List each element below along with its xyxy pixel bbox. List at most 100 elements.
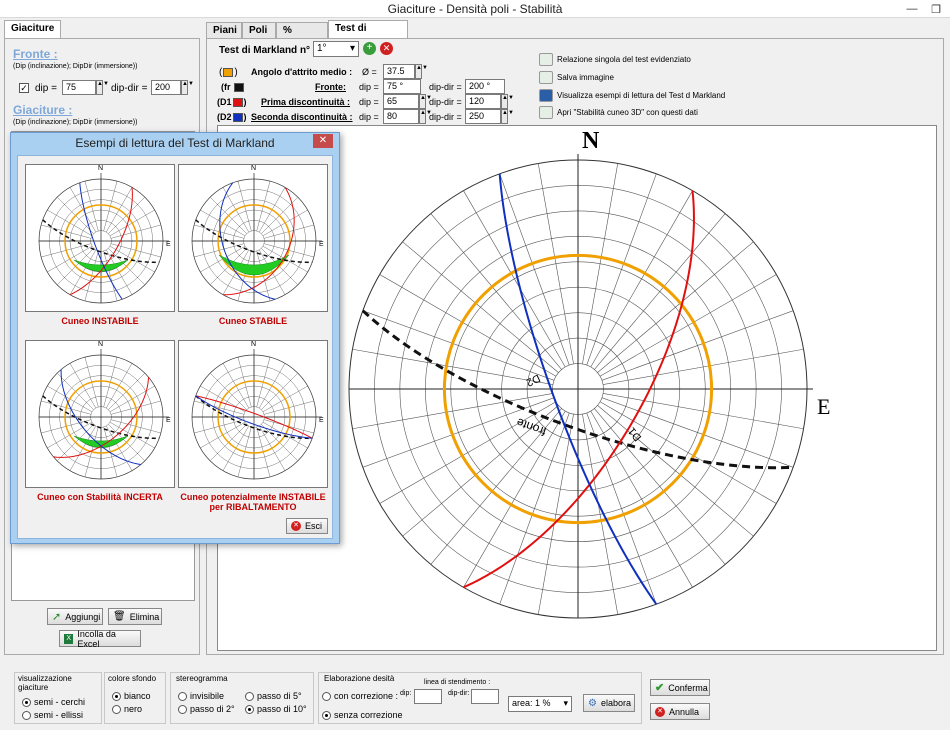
semi-ellissi-radio[interactable]: semi - ellissi — [22, 710, 84, 721]
tab-poli[interactable]: Poli — [242, 22, 276, 39]
aggiungi-button[interactable]: ➚ Aggiungi — [47, 608, 103, 625]
caption-incerta: Cuneo con Stabilità INCERTA — [37, 492, 163, 502]
fronte-dip-input[interactable]: 75 — [62, 80, 96, 95]
conferma-button[interactable]: ✔ Conferma — [650, 679, 710, 696]
visualizza-label: Visualizza esempi di lettura del Test d … — [557, 91, 726, 100]
elaborazione-title: Elaborazione desità — [324, 674, 395, 683]
linea-dip-input[interactable] — [414, 689, 442, 704]
vis-title: visualizzazione giaciture — [18, 674, 72, 692]
close-circle-icon: ✕ — [655, 706, 665, 717]
nero-radio[interactable]: nero — [112, 704, 143, 715]
net-spoke — [590, 190, 693, 368]
tab-piani[interactable]: Piani — [206, 22, 242, 39]
d1-dipdir-spinner[interactable]: ▲▼ — [501, 94, 514, 109]
con-correzione-label: con correzione : — [334, 691, 399, 701]
salva-action[interactable]: Salva immagine — [539, 71, 614, 84]
elimina-button[interactable]: 🗑 Elimina — [108, 608, 162, 625]
phi-input[interactable]: 37.5 — [383, 64, 415, 79]
incolla-button[interactable]: X Incolla da Excel — [59, 628, 141, 649]
d2-dip-input[interactable]: 80 — [383, 109, 419, 124]
excel-icon: X — [64, 633, 74, 644]
linea-dipdir-input[interactable] — [471, 689, 499, 704]
passo10-radio[interactable]: passo di 10° — [245, 704, 307, 715]
dialog-close-icon[interactable]: ✕ — [313, 134, 333, 148]
d1-dipdir-input[interactable]: 120 — [465, 94, 501, 109]
giaciture-title: Giaciture : — [13, 103, 73, 117]
nero-label: nero — [124, 704, 143, 714]
invisibile-radio[interactable]: invisibile — [178, 691, 224, 702]
seconda-label: Seconda discontinuità : — [251, 112, 353, 122]
radio-dot — [178, 705, 187, 715]
semi-ellissi-label: semi - ellissi — [34, 710, 84, 720]
elabora-button[interactable]: ⚙ elabora — [583, 694, 635, 712]
sfondo-title: colore sfondo — [108, 674, 157, 683]
d2-prefix: (D2 — [217, 112, 232, 122]
d1-swatch[interactable] — [232, 98, 243, 108]
add-test-icon[interactable]: + — [363, 42, 376, 55]
chevron-down-icon: ▾ — [349, 43, 355, 54]
radio-dot — [245, 705, 254, 715]
d2-dipdir-spinner[interactable]: ▲▼ — [501, 109, 514, 124]
example-ribaltamento-net — [191, 349, 322, 480]
senza-correzione-radio[interactable]: senza correzione — [322, 710, 403, 721]
net-spoke — [599, 401, 777, 504]
d2-swatch[interactable] — [232, 113, 243, 123]
net-spoke — [599, 274, 777, 377]
d1-dip-spinner[interactable]: ▲▼ — [419, 94, 432, 109]
tab-giaciture[interactable]: Giaciture — [4, 20, 62, 39]
passo2-radio[interactable]: passo di 2° — [178, 704, 235, 715]
d2-dipdir-input[interactable]: 250 — [465, 109, 501, 124]
d2-dip-spinner[interactable]: ▲▼ — [419, 109, 432, 124]
net-spoke — [582, 414, 619, 615]
con-correzione-radio[interactable]: con correzione : — [322, 691, 399, 702]
restore-icon[interactable]: ❐ — [928, 3, 944, 16]
visualizza-action[interactable]: Visualizza esempi di lettura del Test d … — [539, 89, 725, 102]
bianco-radio[interactable]: bianco — [112, 691, 151, 702]
conferma-label: Conferma — [668, 682, 708, 693]
relazione-action[interactable]: Relazione singola del test evidenziato — [539, 53, 691, 66]
fronte-dipdir-input[interactable]: 200 — [151, 80, 181, 95]
d1-dip-label: dip = — [359, 97, 379, 107]
elimina-label: Elimina — [129, 611, 160, 622]
d1-dip-input[interactable]: 65 — [383, 94, 419, 109]
semi-cerchi-radio[interactable]: semi - cerchi — [22, 697, 85, 708]
fr-dip-value: 75 ° — [383, 79, 421, 94]
thumb-n: N — [98, 165, 104, 172]
net-spoke — [603, 393, 804, 430]
incolla-label: Incolla da Excel — [77, 628, 116, 649]
esempi-dialog: Esempi di lettura del Test di Markland ✕… — [10, 132, 340, 544]
fr-dipdir-label: dip-dir = — [429, 82, 462, 92]
passo5-radio[interactable]: passo di 5° — [245, 691, 302, 702]
d2-row: (D2) — [217, 112, 247, 123]
fronte-swatch[interactable] — [234, 83, 245, 93]
attrito-label: Angolo d'attrito medio : — [251, 67, 353, 77]
example-stabile: NE — [178, 164, 328, 312]
remove-test-icon[interactable]: ✕ — [380, 42, 393, 55]
chevron-down-icon: ▾ — [563, 698, 568, 708]
annulla-label: Annulla — [669, 706, 700, 717]
back-arrow-icon — [539, 89, 553, 102]
fr-dip-label: dip = — [359, 82, 379, 92]
area-label: area: — [512, 698, 533, 708]
dip-spinner[interactable]: ▲▼ — [96, 80, 109, 95]
annulla-button[interactable]: ✕ Annulla — [650, 703, 710, 720]
radio-dot — [112, 692, 121, 702]
elabora-label: elabora — [600, 698, 631, 708]
attrito-swatch[interactable] — [223, 67, 234, 77]
passo5-label: passo di 5° — [257, 691, 302, 701]
fronte-checkbox[interactable]: ✓ — [19, 83, 29, 93]
net-spoke — [603, 348, 804, 385]
minimize-icon[interactable]: — — [904, 3, 920, 15]
esci-button[interactable]: ✕ Esci — [286, 518, 328, 534]
tab-markland[interactable]: Test di Markland — [328, 20, 408, 50]
test-select[interactable]: 1° ▾ — [313, 41, 359, 57]
area-select[interactable]: area: 1 % ▾ — [508, 696, 572, 712]
window-controls: — ❐ — [904, 0, 944, 18]
esci-label: Esci — [305, 521, 323, 531]
cuneo3d-action[interactable]: Apri "Stabilità cuneo 3D" con questi dat… — [539, 106, 698, 119]
net-spoke — [537, 414, 574, 615]
phi-spinner[interactable]: ▲▼ — [415, 64, 428, 79]
example-instabile-net — [38, 173, 169, 304]
tab-densita[interactable]: % Densità — [276, 22, 328, 52]
dipdir-spinner[interactable]: ▲▼ — [181, 80, 194, 95]
